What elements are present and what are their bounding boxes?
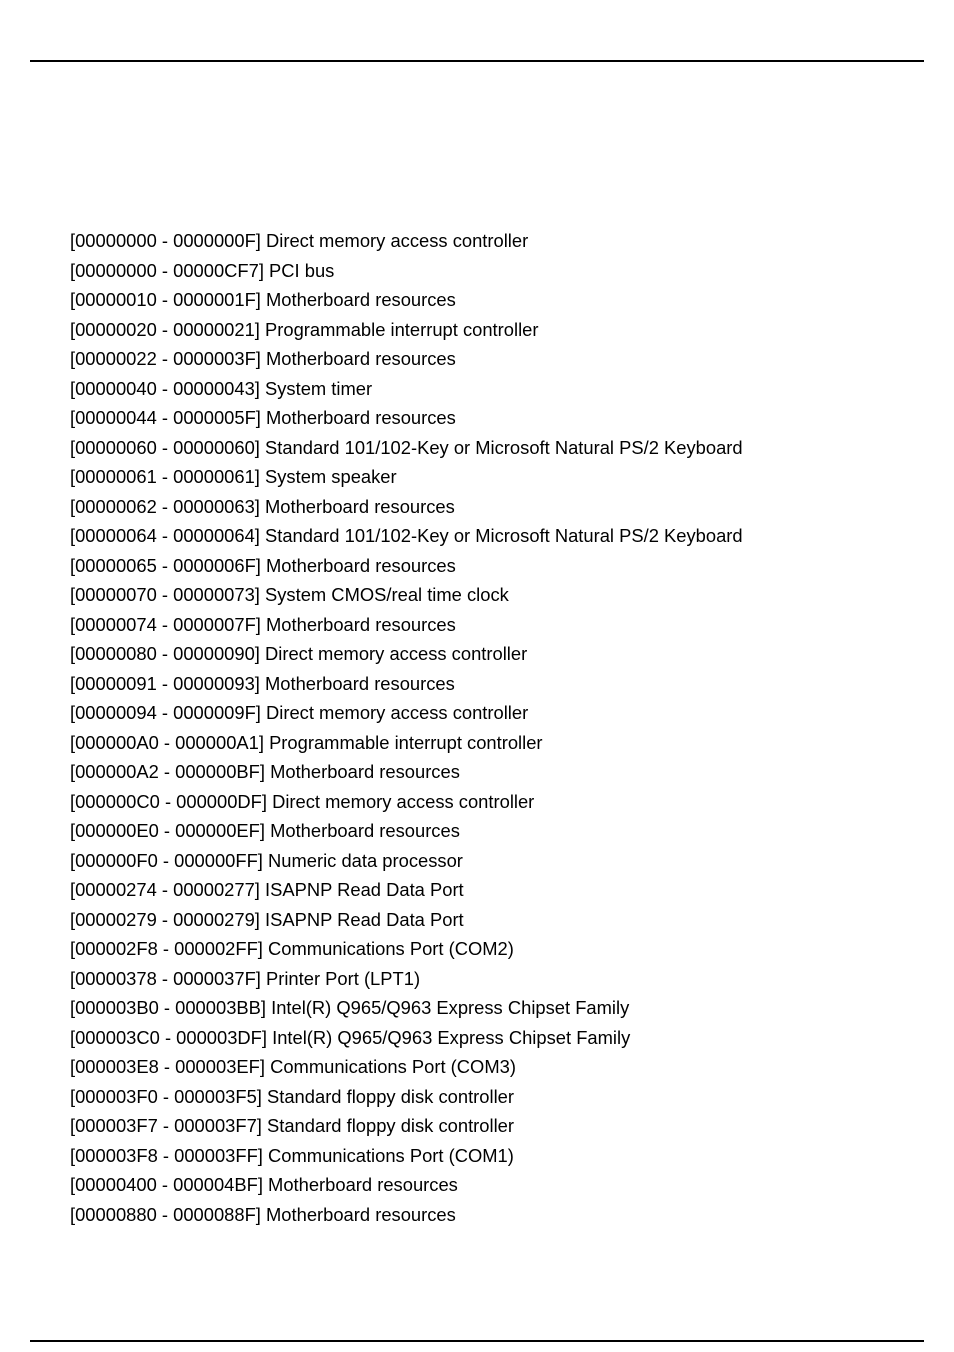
io-resource-label: [000003F8 - 000003FF] Communications Por… — [70, 1142, 514, 1172]
io-resource-label: [00000010 - 0000001F] Motherboard resour… — [70, 286, 456, 316]
list-item[interactable]: [00000044 - 0000005F] Motherboard resour… — [70, 404, 884, 434]
io-resource-label: [000000F0 - 000000FF] Numeric data proce… — [70, 847, 463, 877]
list-item[interactable]: [000000E0 - 000000EF] Motherboard resour… — [70, 817, 884, 847]
io-resource-label: [000000E0 - 000000EF] Motherboard resour… — [70, 817, 460, 847]
io-resource-label: [00000094 - 0000009F] Direct memory acce… — [70, 699, 528, 729]
io-resource-label: [000003E8 - 000003EF] Communications Por… — [70, 1053, 516, 1083]
list-item[interactable]: [00000880 - 0000088F] Motherboard resour… — [70, 1201, 884, 1231]
footer — [30, 1340, 924, 1342]
list-item[interactable]: [000000C0 - 000000DF] Direct memory acce… — [70, 788, 884, 818]
list-item[interactable]: [000003C0 - 000003DF] Intel(R) Q965/Q963… — [70, 1024, 884, 1054]
list-item[interactable]: [000003E8 - 000003EF] Communications Por… — [70, 1053, 884, 1083]
list-item[interactable]: [00000091 - 00000093] Motherboard resour… — [70, 670, 884, 700]
io-resource-label: [00000020 - 00000021] Programmable inter… — [70, 316, 538, 346]
io-resource-label: [000003F7 - 000003F7] Standard floppy di… — [70, 1112, 514, 1142]
list-item[interactable]: [000003F8 - 000003FF] Communications Por… — [70, 1142, 884, 1172]
io-resource-label: [00000070 - 00000073] System CMOS/real t… — [70, 581, 509, 611]
io-resource-label: [00000022 - 0000003F] Motherboard resour… — [70, 345, 456, 375]
list-item[interactable]: [00000070 - 00000073] System CMOS/real t… — [70, 581, 884, 611]
io-resource-label: [00000274 - 00000277] ISAPNP Read Data P… — [70, 876, 464, 906]
list-item[interactable]: [000003F0 - 000003F5] Standard floppy di… — [70, 1083, 884, 1113]
io-resource-label: [000000A2 - 000000BF] Motherboard resour… — [70, 758, 460, 788]
list-item[interactable]: [00000061 - 00000061] System speaker — [70, 463, 884, 493]
io-resource-label: [000000C0 - 000000DF] Direct memory acce… — [70, 788, 534, 818]
top-divider — [30, 60, 924, 62]
list-item[interactable]: [00000080 - 00000090] Direct memory acce… — [70, 640, 884, 670]
io-resource-label: [00000880 - 0000088F] Motherboard resour… — [70, 1201, 456, 1231]
list-item[interactable]: [00000022 - 0000003F] Motherboard resour… — [70, 345, 884, 375]
list-item[interactable]: [00000040 - 00000043] System timer — [70, 375, 884, 405]
io-resource-label: [00000279 - 00000279] ISAPNP Read Data P… — [70, 906, 464, 936]
list-item[interactable]: [00000000 - 0000000F] Direct memory acce… — [70, 227, 884, 257]
list-item[interactable]: [000000A0 - 000000A1] Programmable inter… — [70, 729, 884, 759]
io-resource-label: [00000060 - 00000060] Standard 101/102-K… — [70, 434, 743, 464]
list-item[interactable]: [00000065 - 0000006F] Motherboard resour… — [70, 552, 884, 582]
io-resource-label: [00000000 - 00000CF7] PCI bus — [70, 257, 334, 287]
io-resource-label: [00000062 - 00000063] Motherboard resour… — [70, 493, 455, 523]
list-item[interactable]: [000002F8 - 000002FF] Communications Por… — [70, 935, 884, 965]
list-item[interactable]: [00000400 - 000004BF] Motherboard resour… — [70, 1171, 884, 1201]
list-item[interactable]: [00000020 - 00000021] Programmable inter… — [70, 316, 884, 346]
list-item[interactable]: [00000060 - 00000060] Standard 101/102-K… — [70, 434, 884, 464]
list-item[interactable]: [000000A2 - 000000BF] Motherboard resour… — [70, 758, 884, 788]
list-item[interactable]: [00000064 - 00000064] Standard 101/102-K… — [70, 522, 884, 552]
io-resource-label: [000003F0 - 000003F5] Standard floppy di… — [70, 1083, 514, 1113]
io-resource-label: [000002F8 - 000002FF] Communications Por… — [70, 935, 514, 965]
list-item[interactable]: [000000F0 - 000000FF] Numeric data proce… — [70, 847, 884, 877]
io-resource-label: [00000061 - 00000061] System speaker — [70, 463, 397, 493]
list-item[interactable]: [00000094 - 0000009F] Direct memory acce… — [70, 699, 884, 729]
io-resource-label: [00000074 - 0000007F] Motherboard resour… — [70, 611, 456, 641]
io-resource-label: [00000378 - 0000037F] Printer Port (LPT1… — [70, 965, 420, 995]
io-list: [00000000 - 0000000F] Direct memory acce… — [30, 227, 924, 1230]
io-resource-label: [00000091 - 00000093] Motherboard resour… — [70, 670, 455, 700]
io-resource-label: [00000040 - 00000043] System timer — [70, 375, 372, 405]
io-resource-label: [00000064 - 00000064] Standard 101/102-K… — [70, 522, 743, 552]
io-resource-label: [00000044 - 0000005F] Motherboard resour… — [70, 404, 456, 434]
bottom-divider — [30, 1340, 924, 1342]
list-item[interactable]: [00000274 - 00000277] ISAPNP Read Data P… — [70, 876, 884, 906]
io-resource-label: [00000065 - 0000006F] Motherboard resour… — [70, 552, 456, 582]
list-item[interactable]: [00000074 - 0000007F] Motherboard resour… — [70, 611, 884, 641]
io-resource-label: [00000400 - 000004BF] Motherboard resour… — [70, 1171, 458, 1201]
list-item[interactable]: [00000000 - 00000CF7] PCI bus — [70, 257, 884, 287]
list-item[interactable]: [00000378 - 0000037F] Printer Port (LPT1… — [70, 965, 884, 995]
io-resource-label: [00000000 - 0000000F] Direct memory acce… — [70, 227, 528, 257]
list-item[interactable]: [00000062 - 00000063] Motherboard resour… — [70, 493, 884, 523]
io-resource-label: [000003C0 - 000003DF] Intel(R) Q965/Q963… — [70, 1024, 630, 1054]
io-resource-label: [000000A0 - 000000A1] Programmable inter… — [70, 729, 543, 759]
list-item[interactable]: [00000279 - 00000279] ISAPNP Read Data P… — [70, 906, 884, 936]
io-resource-label: [000003B0 - 000003BB] Intel(R) Q965/Q963… — [70, 994, 629, 1024]
io-resource-label: [00000080 - 00000090] Direct memory acce… — [70, 640, 527, 670]
list-item[interactable]: [00000010 - 0000001F] Motherboard resour… — [70, 286, 884, 316]
list-item[interactable]: [000003F7 - 000003F7] Standard floppy di… — [70, 1112, 884, 1142]
list-item[interactable]: [000003B0 - 000003BB] Intel(R) Q965/Q963… — [70, 994, 884, 1024]
